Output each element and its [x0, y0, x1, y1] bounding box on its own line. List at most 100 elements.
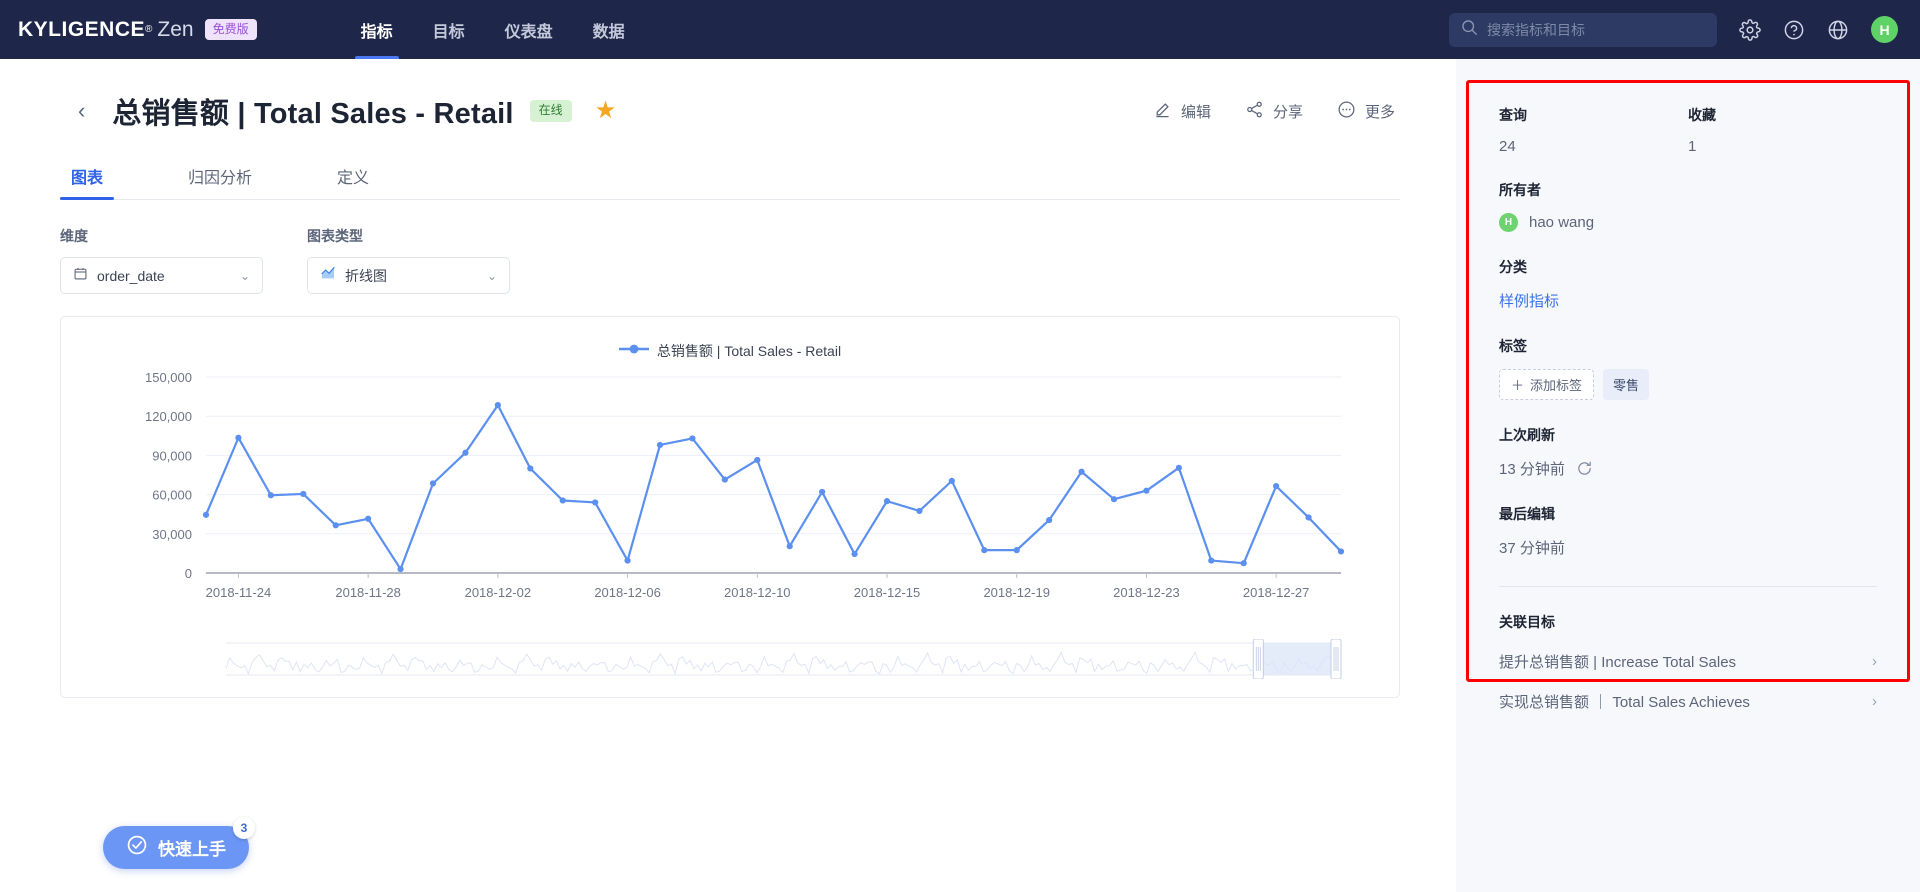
- owner-row[interactable]: H hao wang: [1499, 213, 1877, 232]
- related-goal-item[interactable]: 实现总销售额 ｜ Total Sales Achieves ›: [1499, 691, 1877, 712]
- tab-chart[interactable]: 图表: [60, 164, 115, 200]
- refresh-icon[interactable]: [1576, 460, 1593, 477]
- related-goals-block: 关联目标 提升总销售额 | Increase Total Sales › 实现总…: [1499, 612, 1877, 712]
- stats-row: 查询 24 收藏 1: [1499, 105, 1877, 155]
- quick-start-badge: 3: [233, 817, 255, 839]
- svg-text:120,000: 120,000: [145, 409, 192, 424]
- legend-label: 总销售额 | Total Sales - Retail: [656, 343, 842, 359]
- pencil-icon: [1153, 100, 1172, 123]
- back-button[interactable]: ‹: [78, 100, 85, 122]
- edit-button[interactable]: 编辑: [1153, 100, 1211, 123]
- tags-block: 标签 ＋ 添加标签 零售: [1499, 336, 1877, 400]
- user-avatar[interactable]: H: [1871, 16, 1898, 43]
- brand-registered-mark: ®: [145, 24, 153, 35]
- globe-icon[interactable]: [1827, 19, 1849, 41]
- nav-right-cluster: 搜索指标和目标 H: [1449, 12, 1898, 47]
- plus-icon: ＋: [1511, 378, 1525, 393]
- chevron-down-icon: ⌄: [486, 268, 497, 283]
- dimension-control: 维度 order_date ⌄: [60, 226, 263, 294]
- quick-start-button[interactable]: 快速上手 3: [103, 817, 255, 869]
- svg-text:60,000: 60,000: [152, 488, 192, 503]
- search-placeholder-text: 搜索指标和目标: [1487, 21, 1585, 38]
- line-chart[interactable]: 0 30,000 60,000 90,000 120,000 150,000 2018-11…: [61, 363, 1401, 625]
- owner-avatar: H: [1499, 213, 1518, 232]
- related-goal-item[interactable]: 提升总销售额 | Increase Total Sales ›: [1499, 651, 1877, 672]
- chart-type-select[interactable]: 折线图 ⌄: [307, 257, 510, 294]
- chart-type-label: 图表类型: [307, 228, 363, 244]
- content-tabs: 图表 归因分析 定义: [60, 160, 1400, 200]
- query-value: 24: [1499, 138, 1516, 155]
- sidebar-divider: [1499, 586, 1877, 587]
- svg-text:2018-12-10: 2018-12-10: [724, 585, 791, 600]
- main-content: ‹ 总销售额 | Total Sales - Retail 在线 ★ 编辑 分享…: [0, 59, 1456, 892]
- more-button[interactable]: 更多: [1337, 100, 1395, 123]
- detail-sidebar: 查询 24 收藏 1 所有者 H hao wang 分类 样例指标 标签 ＋ 添…: [1456, 59, 1920, 892]
- chart-type-control: 图表类型 折线图 ⌄: [307, 226, 510, 294]
- primary-nav: 指标 目标 仪表盘 数据: [341, 0, 645, 59]
- more-label: 更多: [1364, 103, 1395, 121]
- nav-item-data[interactable]: 数据: [573, 0, 645, 59]
- legend-marker-icon: [618, 342, 649, 360]
- gear-icon[interactable]: [1739, 18, 1761, 41]
- brand-logo[interactable]: KYLIGENCE ® Zen 免费版: [18, 18, 257, 42]
- last-edit-block: 最后编辑 37 分钟前: [1499, 504, 1877, 558]
- page-body: ‹ 总销售额 | Total Sales - Retail 在线 ★ 编辑 分享…: [0, 59, 1920, 892]
- owner-name: hao wang: [1529, 214, 1595, 231]
- nav-item-goals[interactable]: 目标: [413, 0, 485, 59]
- last-refresh-value: 13 分钟前: [1499, 461, 1565, 478]
- related-goals-label: 关联目标: [1499, 614, 1555, 630]
- owner-block: 所有者 H hao wang: [1499, 180, 1877, 232]
- brand-name: KYLIGENCE: [18, 17, 146, 41]
- tag-chip[interactable]: 零售: [1603, 369, 1650, 400]
- add-tag-label: 添加标签: [1530, 378, 1583, 393]
- query-stat: 查询 24: [1499, 105, 1688, 155]
- add-tag-button[interactable]: ＋ 添加标签: [1499, 369, 1595, 400]
- calendar-icon: [73, 266, 88, 286]
- share-icon: [1245, 100, 1264, 123]
- nav-item-dashboards[interactable]: 仪表盘: [485, 0, 573, 59]
- nav-item-metrics[interactable]: 指标: [341, 0, 413, 59]
- quick-start-label: 快速上手: [158, 840, 226, 859]
- brand-product: Zen: [157, 17, 194, 41]
- svg-text:150,000: 150,000: [145, 370, 192, 385]
- chart-legend[interactable]: 总销售额 | Total Sales - Retail: [61, 341, 1399, 361]
- chart-controls: 维度 order_date ⌄ 图表类型 折线图 ⌄: [60, 226, 1456, 294]
- last-edit-value: 37 分钟前: [1499, 540, 1565, 557]
- favorites-value: 1: [1688, 138, 1697, 155]
- favorites-stat: 收藏 1: [1688, 105, 1877, 155]
- chart-range-slider[interactable]: [61, 639, 1401, 679]
- dimension-select[interactable]: order_date ⌄: [60, 257, 263, 294]
- tab-attribution-analysis[interactable]: 归因分析: [177, 164, 263, 199]
- category-label: 分类: [1499, 259, 1527, 275]
- tags-label: 标签: [1499, 338, 1527, 354]
- page-title: 总销售额 | Total Sales - Retail: [112, 98, 514, 130]
- query-label: 查询: [1499, 107, 1527, 123]
- metric-info-panel: 查询 24 收藏 1 所有者 H hao wang 分类 样例指标 标签 ＋ 添…: [1466, 80, 1910, 711]
- tab-definition[interactable]: 定义: [326, 164, 380, 199]
- related-goal-label: 提升总销售额 | Increase Total Sales: [1499, 654, 1737, 671]
- svg-text:90,000: 90,000: [152, 448, 192, 463]
- svg-text:0: 0: [185, 566, 192, 581]
- edit-label: 编辑: [1180, 103, 1211, 121]
- owner-label: 所有者: [1499, 182, 1541, 198]
- svg-text:2018-12-19: 2018-12-19: [983, 585, 1050, 600]
- tag-row: ＋ 添加标签 零售: [1499, 369, 1877, 400]
- chevron-down-icon: ⌄: [239, 268, 250, 283]
- svg-text:30,000: 30,000: [152, 527, 192, 542]
- related-goal-label: 实现总销售额 ｜ Total Sales Achieves: [1499, 694, 1750, 711]
- category-block: 分类 样例指标: [1499, 257, 1877, 311]
- status-badge: 在线: [529, 100, 572, 122]
- dimension-value: order_date: [97, 267, 165, 284]
- top-navigation-bar: KYLIGENCE® Zen 免费版 指标 目标 仪表盘 数据 搜索指标和目标: [0, 0, 1920, 59]
- svg-text:2018-12-23: 2018-12-23: [1113, 585, 1180, 600]
- svg-text:2018-12-15: 2018-12-15: [854, 585, 921, 600]
- svg-text:2018-11-24: 2018-11-24: [206, 585, 272, 600]
- search-input[interactable]: 搜索指标和目标: [1449, 12, 1717, 47]
- share-button[interactable]: 分享: [1245, 100, 1303, 123]
- star-icon[interactable]: ★: [595, 99, 617, 123]
- header-actions: 编辑 分享 更多: [1153, 100, 1395, 123]
- last-edit-label: 最后编辑: [1499, 506, 1555, 522]
- chevron-right-icon: ›: [1872, 653, 1877, 670]
- help-icon[interactable]: [1783, 19, 1805, 41]
- category-link[interactable]: 样例指标: [1499, 290, 1877, 311]
